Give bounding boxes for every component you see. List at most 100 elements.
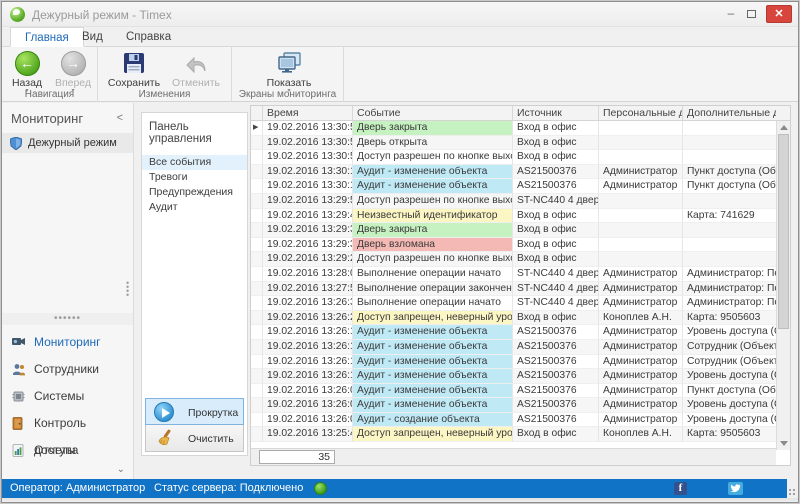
- cell-event: Аудит - изменение объекта: [353, 339, 513, 355]
- cell-extra: Администратор: Полн...: [683, 267, 776, 282]
- clear-button[interactable]: Очистить: [145, 425, 244, 452]
- table-row[interactable]: 19.02.2016 13:26:17 Аудит - изменение объ…: [251, 325, 776, 340]
- tree-item-duty-mode[interactable]: Дежурный режим: [2, 133, 133, 153]
- table-row[interactable]: 19.02.2016 13:26:17 Аудит - изменение объ…: [251, 339, 776, 355]
- splitter-handle[interactable]: • • • •: [126, 279, 130, 300]
- table-row[interactable]: 19.02.2016 13:29:28 Доступ разрешен по кн…: [251, 252, 776, 267]
- cell-personal: Администратор: [599, 412, 683, 428]
- cell-source: ST-NC440 4 двери: [513, 266, 599, 282]
- ribbon-group-changes: Сохранить Отменить Изменения: [98, 47, 232, 102]
- vertical-scrollbar[interactable]: [776, 121, 790, 450]
- tab-spravka[interactable]: Справка: [112, 27, 185, 47]
- maximize-button[interactable]: [742, 6, 760, 22]
- row-marker: [251, 164, 263, 180]
- header-event[interactable]: Событие: [353, 106, 513, 120]
- table-row[interactable]: 19.02.2016 13:26:25 Доступ запрещен, неве…: [251, 310, 776, 326]
- header-source[interactable]: Источник: [513, 106, 599, 120]
- header-extra[interactable]: Дополнительные данн...: [683, 106, 776, 120]
- system-icon: [12, 391, 25, 402]
- cell-time: 19.02.2016 13:30:11: [263, 164, 353, 180]
- control-panel-title: Панель управления: [149, 121, 212, 145]
- ribbon: ← Назад ▾ → Вперед ▾ Навигация Сохранить: [2, 47, 798, 102]
- row-marker: [251, 223, 263, 238]
- table-row[interactable]: 19.02.2016 13:27:51 Выполнение операции з…: [251, 281, 776, 297]
- back-icon: ←: [14, 50, 40, 76]
- filter-all-events[interactable]: Все события: [142, 155, 247, 170]
- titlebar: Дежурный режим - Timex – ✕: [2, 2, 798, 27]
- cell-time: 19.02.2016 13:29:38: [263, 237, 353, 253]
- header-time[interactable]: Время: [263, 106, 353, 120]
- cell-time: 19.02.2016 13:29:47: [263, 208, 353, 224]
- table-row[interactable]: 19.02.2016 13:26:36 Выполнение операции н…: [251, 296, 776, 311]
- cell-source: Вход в офис: [513, 252, 599, 267]
- splitter-handle-horizontal[interactable]: ••••••: [2, 313, 133, 325]
- content-area: Мониторинг < Дежурный режим • • • • •••••• …: [2, 103, 798, 479]
- scroll-button[interactable]: Прокрутка: [145, 398, 244, 425]
- row-marker: [251, 427, 263, 443]
- table-row[interactable]: 19.02.2016 13:26:17 Аудит - изменение объ…: [251, 354, 776, 370]
- scroll-up-icon[interactable]: [780, 125, 788, 130]
- undo-icon: [166, 49, 226, 77]
- table-row[interactable]: 19.02.2016 13:26:17 Аудит - изменение объ…: [251, 369, 776, 384]
- back-button[interactable]: ← Назад ▾: [4, 49, 50, 94]
- table-row[interactable]: 19.02.2016 13:30:53 Дверь открыта Вход в о…: [251, 135, 776, 151]
- cell-extra: Карта: 9505603: [683, 311, 776, 326]
- row-marker: [251, 383, 263, 399]
- header-personal[interactable]: Персональные данн...: [599, 106, 683, 120]
- table-row[interactable]: 19.02.2016 13:30:11 Аудит - изменение объ…: [251, 179, 776, 194]
- tab-vid[interactable]: Вид: [68, 27, 117, 47]
- minimize-button[interactable]: –: [722, 6, 740, 22]
- facebook-icon[interactable]: f: [674, 482, 687, 495]
- cell-extra: Сотрудник (Объект: К...: [683, 340, 776, 355]
- table-row[interactable]: 19.02.2016 13:29:38 Дверь взломана Вход в …: [251, 237, 776, 253]
- row-marker: [251, 179, 263, 194]
- filter-audit[interactable]: Аудит: [142, 200, 247, 215]
- filter-warnings[interactable]: Предупреждения: [142, 185, 247, 200]
- sidebar-item-employees[interactable]: Сотрудники: [2, 356, 133, 383]
- cell-source: AS21500376: [513, 354, 599, 370]
- table-row[interactable]: 19.02.2016 13:29:53 Доступ разрешен по кн…: [251, 193, 776, 209]
- sidebar-item-access-control[interactable]: Контроль доступа: [2, 410, 133, 457]
- table-row[interactable]: 19.02.2016 13:30:11 Аудит - изменение объ…: [251, 164, 776, 180]
- cell-personal: [599, 135, 683, 151]
- twitter-icon[interactable]: [728, 482, 743, 495]
- table-row[interactable]: 19.02.2016 13:26:07 Аудит - создание объе…: [251, 412, 776, 428]
- cell-personal: Администратор: [599, 266, 683, 282]
- table-row[interactable]: 19.02.2016 13:30:50 Доступ разрешен по кн…: [251, 150, 776, 165]
- row-marker: [251, 281, 263, 297]
- group-label-navigation: Навигация: [24, 89, 75, 100]
- chevron-down-icon[interactable]: ⌄: [117, 464, 125, 475]
- table-row[interactable]: 19.02.2016 13:28:09 Выполнение операции н…: [251, 266, 776, 282]
- table-row[interactable]: 19.02.2016 13:29:47 Неизвестный идентифик…: [251, 208, 776, 224]
- table-row[interactable]: ▶ 19.02.2016 13:30:54 Дверь закрыта Вход в …: [251, 121, 776, 136]
- cell-source: Вход в офис: [513, 310, 599, 326]
- window-title: Дежурный режим - Timex: [32, 8, 172, 22]
- cell-source: AS21500376: [513, 398, 599, 413]
- table-row[interactable]: 19.02.2016 13:26:07 Аудит - изменение объ…: [251, 383, 776, 399]
- cell-source: AS21500376: [513, 383, 599, 399]
- table-row[interactable]: 19.02.2016 13:25:47 Доступ запрещен, неве…: [251, 427, 776, 443]
- close-button[interactable]: ✕: [766, 5, 792, 23]
- forward-button[interactable]: → Вперед ▾: [50, 49, 96, 94]
- undo-button[interactable]: Отменить: [166, 49, 226, 89]
- cell-event: Дверь открыта: [353, 135, 513, 151]
- sidebar-item-systems[interactable]: Системы: [2, 383, 133, 410]
- cell-extra: Карта: 741629: [683, 209, 776, 224]
- cell-time: 19.02.2016 13:26:07: [263, 383, 353, 399]
- table-row[interactable]: 19.02.2016 13:26:07 Аудит - изменение объ…: [251, 398, 776, 413]
- filter-alarms[interactable]: Тревоги: [142, 170, 247, 185]
- cell-source: AS21500376: [513, 179, 599, 194]
- resize-grip-area[interactable]: [787, 479, 798, 498]
- show-button[interactable]: Показать ▾: [262, 49, 316, 94]
- row-marker: [251, 296, 263, 311]
- scrollbar-thumb[interactable]: [778, 134, 789, 329]
- sidebar-item-reports[interactable]: Отчеты: [2, 437, 133, 464]
- collapse-icon[interactable]: <: [117, 112, 123, 124]
- save-button[interactable]: Сохранить: [104, 49, 164, 89]
- cell-personal: Администратор: [599, 339, 683, 355]
- sidebar-item-label: Отчеты: [34, 443, 76, 457]
- sidebar-item-monitoring[interactable]: Мониторинг: [2, 329, 133, 356]
- record-count-box[interactable]: 35: [259, 450, 335, 464]
- scroll-down-icon[interactable]: [780, 441, 788, 446]
- table-row[interactable]: 19.02.2016 13:29:39 Дверь закрыта Вход в о…: [251, 223, 776, 238]
